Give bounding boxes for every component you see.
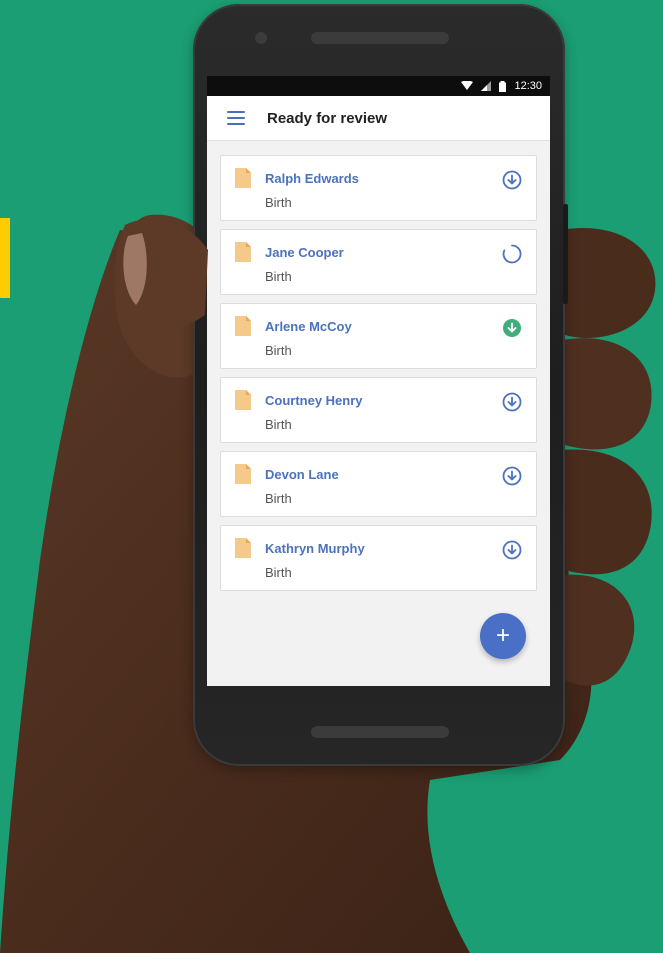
add-record-button[interactable]: + bbox=[480, 613, 526, 659]
document-icon bbox=[235, 316, 251, 336]
record-type: Birth bbox=[265, 491, 292, 506]
status-bar: 12:30 bbox=[207, 76, 550, 96]
list-item[interactable]: Devon Lane Birth bbox=[220, 451, 537, 517]
list-item[interactable]: Arlene McCoy Birth bbox=[220, 303, 537, 369]
battery-icon bbox=[499, 80, 507, 92]
phone-screen: 12:30 Ready for review Ralph Edwards Bir… bbox=[207, 76, 550, 686]
record-name[interactable]: Arlene McCoy bbox=[265, 319, 352, 334]
download-icon[interactable] bbox=[502, 466, 522, 486]
record-name[interactable]: Courtney Henry bbox=[265, 393, 363, 408]
plus-icon: + bbox=[495, 622, 510, 649]
record-type: Birth bbox=[265, 565, 292, 580]
record-list: Ralph Edwards Birth Jane Cooper Birth Ar… bbox=[207, 141, 550, 591]
wifi-icon bbox=[461, 81, 474, 90]
document-icon bbox=[235, 390, 251, 410]
document-icon bbox=[235, 464, 251, 484]
power-button bbox=[563, 204, 568, 304]
downloaded-check-icon bbox=[503, 319, 521, 337]
list-item[interactable]: Jane Cooper Birth bbox=[220, 229, 537, 295]
record-type: Birth bbox=[265, 195, 292, 210]
download-icon[interactable] bbox=[502, 392, 522, 412]
download-icon[interactable] bbox=[502, 540, 522, 560]
record-name[interactable]: Ralph Edwards bbox=[265, 171, 359, 186]
record-type: Birth bbox=[265, 343, 292, 358]
page-title: Ready for review bbox=[267, 109, 388, 127]
record-type: Birth bbox=[265, 269, 292, 284]
record-type: Birth bbox=[265, 417, 292, 432]
phone-device: 12:30 Ready for review Ralph Edwards Bir… bbox=[193, 4, 568, 766]
app-bar: Ready for review bbox=[207, 96, 550, 141]
loading-spinner-icon bbox=[502, 244, 522, 264]
list-item[interactable]: Courtney Henry Birth bbox=[220, 377, 537, 443]
phone-speaker bbox=[311, 726, 449, 738]
list-item[interactable]: Ralph Edwards Birth bbox=[220, 155, 537, 221]
list-item[interactable]: Kathryn Murphy Birth bbox=[220, 525, 537, 591]
record-name[interactable]: Devon Lane bbox=[265, 467, 339, 482]
record-name[interactable]: Kathryn Murphy bbox=[265, 541, 365, 556]
camera-icon bbox=[255, 32, 267, 44]
document-icon bbox=[235, 168, 251, 188]
record-name[interactable]: Jane Cooper bbox=[265, 245, 344, 260]
document-icon bbox=[235, 242, 251, 262]
status-time: 12:30 bbox=[514, 80, 542, 92]
signal-icon bbox=[481, 81, 492, 91]
download-icon[interactable] bbox=[502, 170, 522, 190]
phone-speaker bbox=[311, 32, 449, 44]
hamburger-menu-icon[interactable] bbox=[227, 111, 245, 125]
document-icon bbox=[235, 538, 251, 558]
